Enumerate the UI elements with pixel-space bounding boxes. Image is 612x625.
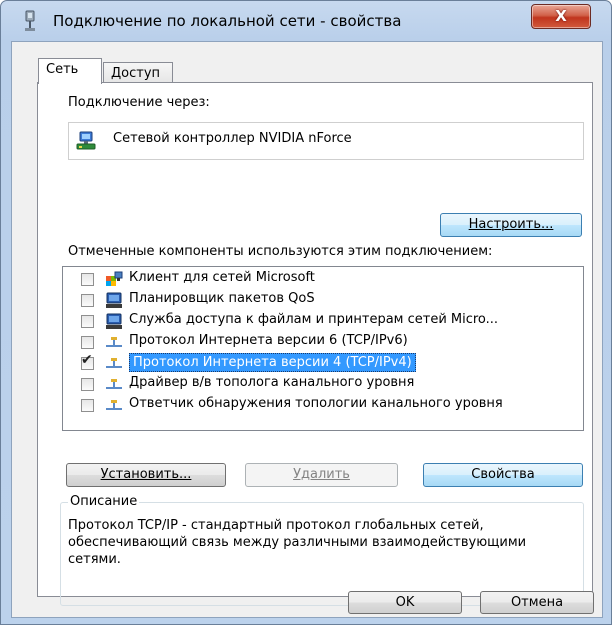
remove-button-label: Удалить [293,467,350,482]
network-tab-panel: Подключение через: Сетевой контроллер NV… [37,82,593,606]
component-label: Ответчик обнаружения топологии канальног… [129,396,503,411]
component-label: Планировщик пакетов QoS [129,291,315,306]
properties-window: Подключение по локальной сети - свойства… [0,0,612,625]
list-item[interactable]: Клиент для сетей Microsoft [63,269,583,290]
network-adapter-icon [76,131,96,150]
component-label-selected: Протокол Интернета версии 4 (TCP/IPv4) [129,353,416,372]
component-checkbox[interactable] [81,399,94,412]
components-label: Отмеченные компоненты используются этим … [68,244,493,259]
component-checkbox[interactable] [81,378,94,391]
component-checkbox[interactable] [81,273,94,286]
list-item[interactable]: Драйвер в/в тополога канального уровня [63,374,583,395]
cancel-button[interactable]: Отмена [480,591,594,614]
list-item[interactable]: Ответчик обнаружения топологии канальног… [63,395,583,416]
component-label: Служба доступа к файлам и принтерам сете… [129,312,499,327]
protocol-icon [106,358,122,368]
window-title: Подключение по локальной сети - свойства [53,12,402,30]
tab-network[interactable]: Сеть [38,58,102,84]
protocol-icon [106,337,122,347]
install-button-label: Установить... [100,467,192,482]
protocol-icon [106,379,122,389]
adapter-box: Сетевой контроллер NVIDIA nForce [68,122,584,160]
description-legend: Описание [68,494,140,509]
tab-network-label: Сеть [46,62,79,77]
list-item[interactable]: ✔ Протокол Интернета версии 4 (TCP/IPv4) [63,353,583,374]
remove-button[interactable]: Удалить [245,463,398,487]
list-item[interactable]: Протокол Интернета версии 6 (TCP/IPv6) [63,332,583,353]
list-item[interactable]: Планировщик пакетов QoS [63,290,583,311]
component-checkbox[interactable]: ✔ [81,353,94,370]
dialog-body: Доступ Сеть Подключение через: Сетевой к… [11,41,603,618]
list-item[interactable]: Служба доступа к файлам и принтерам сете… [63,311,583,332]
ok-button-label: OK [395,595,415,610]
component-checkbox[interactable] [81,336,94,349]
tab-access-label: Доступ [111,66,161,81]
cancel-button-label: Отмена [510,595,564,610]
configure-button-label: Настроить... [468,217,554,232]
computer-service-icon [106,313,122,329]
install-button[interactable]: Установить... [66,463,226,487]
close-icon: X [555,7,567,25]
configure-button[interactable]: Настроить... [440,213,582,237]
components-list[interactable]: Клиент для сетей Microsoft Планировщик п… [62,266,584,431]
component-label: Клиент для сетей Microsoft [129,270,315,285]
component-checkbox[interactable] [81,294,94,307]
checkmark-icon: ✔ [81,352,93,368]
description-text: Протокол TCP/IP - стандартный протокол г… [68,518,527,567]
component-checkbox[interactable] [81,315,94,328]
title-bar[interactable]: Подключение по локальной сети - свойства… [1,1,611,41]
close-button[interactable]: X [531,4,591,29]
protocol-icon [106,400,122,410]
computer-service-icon [106,292,122,308]
connect-via-label: Подключение через: [68,95,210,110]
properties-button[interactable]: Свойства [423,463,583,487]
network-icon [25,10,35,31]
ok-button[interactable]: OK [348,591,462,614]
network-client-icon [106,271,123,286]
adapter-name: Сетевой контроллер NVIDIA nForce [113,131,352,146]
component-label: Драйвер в/в тополога канального уровня [129,375,415,390]
component-label: Протокол Интернета версии 6 (TCP/IPv6) [129,333,408,348]
properties-button-label: Свойства [471,467,535,482]
